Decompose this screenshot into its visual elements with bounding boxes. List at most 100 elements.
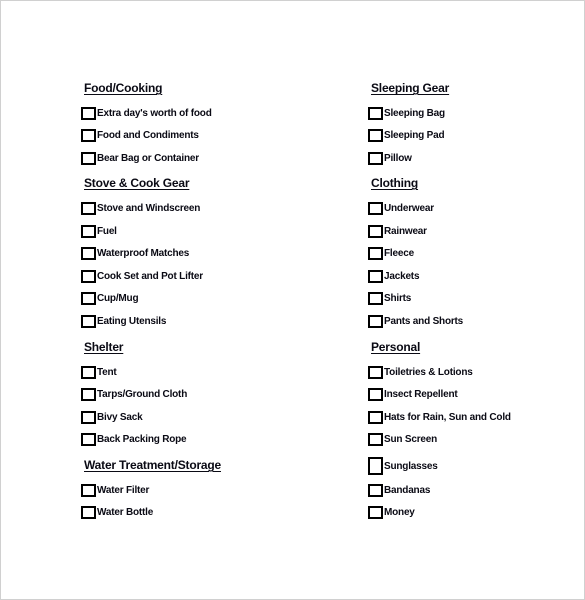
item-label: Fuel — [97, 225, 117, 237]
checkbox[interactable] — [81, 246, 96, 260]
checklist-item: Sunglasses — [368, 456, 438, 476]
section-heading-shelter: Shelter — [84, 340, 124, 354]
checklist-item: Tent — [81, 365, 117, 379]
checklist-item: Back Packing Rope — [81, 432, 187, 446]
checkbox[interactable] — [81, 483, 96, 497]
item-label: Food and Condiments — [97, 129, 199, 141]
checklist-item: Underwear — [368, 201, 434, 215]
checklist-item: Money — [368, 505, 415, 519]
checklist-item: Tarps/Ground Cloth — [81, 387, 187, 401]
checklist-item: Bandanas — [368, 483, 430, 497]
section-heading-clothing: Clothing — [371, 176, 419, 190]
checklist-item: Bear Bag or Container — [81, 151, 199, 165]
checkbox[interactable] — [368, 246, 383, 260]
item-label: Bivy Sack — [97, 411, 143, 423]
checklist-item: Pants and Shorts — [368, 314, 463, 328]
checkbox[interactable] — [368, 128, 383, 142]
checkbox[interactable] — [368, 201, 383, 215]
item-label: Rainwear — [384, 225, 427, 237]
item-label: Toiletries & Lotions — [384, 366, 473, 378]
checkbox[interactable] — [368, 224, 383, 238]
checklist-item: Fuel — [81, 224, 117, 238]
checkbox[interactable] — [81, 106, 96, 120]
item-label: Money — [384, 506, 415, 518]
checkbox[interactable] — [368, 269, 383, 283]
item-label: Underwear — [384, 202, 434, 214]
item-label: Sunglasses — [384, 460, 438, 472]
checkbox[interactable] — [81, 365, 96, 379]
item-label: Stove and Windscreen — [97, 202, 201, 214]
item-label: Fleece — [384, 247, 414, 259]
section-heading-food-cooking: Food/Cooking — [84, 81, 163, 95]
item-label: Pillow — [384, 152, 412, 164]
checklist-item: Insect Repellent — [368, 387, 458, 401]
checklist-item: Stove and Windscreen — [81, 201, 200, 215]
item-label: Water Bottle — [97, 506, 154, 518]
checklist-item: Waterproof Matches — [81, 246, 189, 260]
item-label: Tarps/Ground Cloth — [97, 388, 188, 400]
checklist-item: Rainwear — [368, 224, 427, 238]
checkbox[interactable] — [81, 314, 96, 328]
checkbox[interactable] — [368, 483, 383, 497]
item-label: Eating Utensils — [97, 315, 167, 327]
checkbox[interactable] — [368, 505, 383, 519]
item-label: Bear Bag or Container — [97, 152, 199, 164]
checklist-item: Water Bottle — [81, 505, 153, 519]
checklist-item: Bivy Sack — [81, 410, 143, 424]
checklist-item: Jackets — [368, 269, 420, 283]
checkbox[interactable] — [81, 387, 96, 401]
item-label: Back Packing Rope — [97, 433, 187, 445]
checkbox[interactable] — [368, 365, 383, 379]
checkbox[interactable] — [81, 291, 96, 305]
checklist-item: Food and Condiments — [81, 128, 199, 142]
item-label: Cup/Mug — [97, 292, 139, 304]
item-label: Jackets — [384, 270, 420, 282]
section-heading-stove-cook-gear: Stove & Cook Gear — [84, 176, 190, 190]
item-label: Insect Repellent — [384, 388, 458, 400]
checklist-item: Cook Set and Pot Lifter — [81, 269, 203, 283]
checklist-item: Hats for Rain, Sun and Cold — [368, 410, 511, 424]
checkbox[interactable] — [368, 314, 383, 328]
checkbox[interactable] — [81, 269, 96, 283]
item-label: Sun Screen — [384, 433, 438, 445]
checklist-item: Water Filter — [81, 483, 149, 497]
item-label: Cook Set and Pot Lifter — [97, 270, 203, 282]
checklist-item: Shirts — [368, 291, 411, 305]
checkbox[interactable] — [81, 505, 96, 519]
checklist-item: Extra day's worth of food — [81, 106, 212, 120]
checkbox[interactable] — [81, 410, 96, 424]
checkbox[interactable] — [81, 432, 96, 446]
checklist-item: Sleeping Bag — [368, 106, 445, 120]
checklist-item: Fleece — [368, 246, 414, 260]
item-label: Bandanas — [384, 484, 431, 496]
item-label: Tent — [97, 366, 117, 378]
checkbox[interactable] — [368, 410, 383, 424]
item-label: Extra day's worth of food — [97, 107, 212, 119]
checkbox[interactable] — [81, 224, 96, 238]
section-heading-water-treatment-storage: Water Treatment/Storage — [84, 458, 221, 472]
checklist-item: Sun Screen — [368, 432, 437, 446]
item-label: Sleeping Pad — [384, 129, 445, 141]
checkbox[interactable] — [81, 201, 96, 215]
checkbox[interactable] — [81, 151, 96, 165]
checklist-page: Food/Cooking Extra day's worth of food F… — [0, 0, 585, 600]
item-label: Sleeping Bag — [384, 107, 445, 119]
item-label: Waterproof Matches — [97, 247, 190, 259]
checklist-item: Toiletries & Lotions — [368, 365, 473, 379]
checkbox[interactable] — [368, 432, 383, 446]
checkbox[interactable] — [368, 291, 383, 305]
item-label: Water Filter — [97, 484, 150, 496]
item-label: Pants and Shorts — [384, 315, 464, 327]
checkbox[interactable] — [368, 151, 383, 165]
checkbox[interactable] — [368, 457, 383, 475]
section-heading-sleeping-gear: Sleeping Gear — [371, 81, 450, 95]
checkbox[interactable] — [368, 387, 383, 401]
checklist-item: Pillow — [368, 151, 412, 165]
checklist-item: Sleeping Pad — [368, 128, 445, 142]
checklist-item: Cup/Mug — [81, 291, 139, 305]
checkbox[interactable] — [368, 106, 383, 120]
item-label: Shirts — [384, 292, 412, 304]
checkbox[interactable] — [81, 128, 96, 142]
item-label: Hats for Rain, Sun and Cold — [384, 411, 511, 423]
checklist-item: Eating Utensils — [81, 314, 166, 328]
